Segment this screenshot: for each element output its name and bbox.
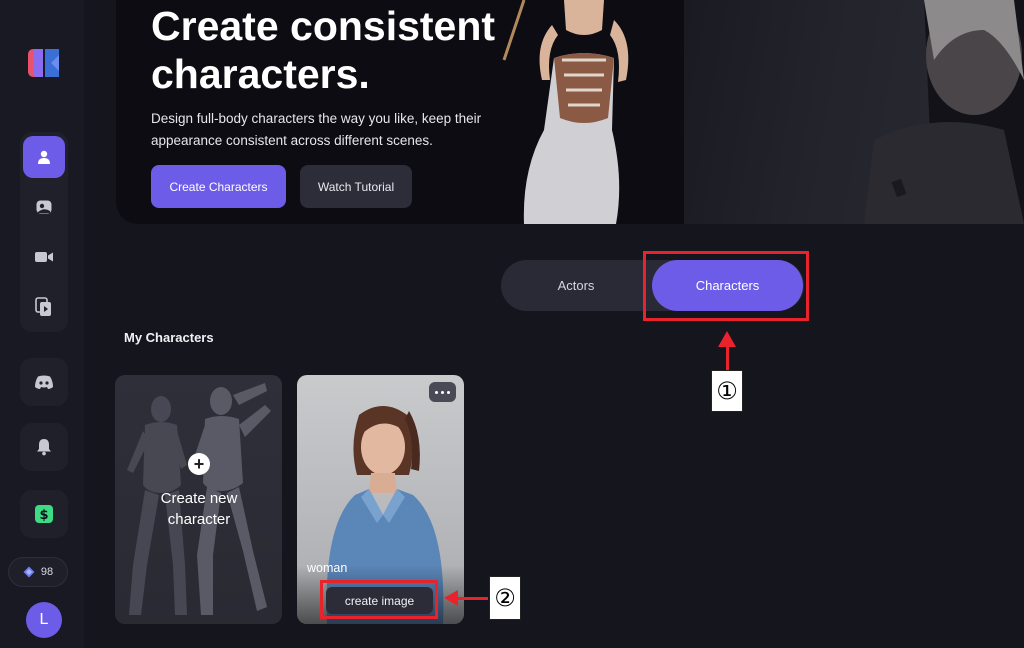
user-avatar[interactable]: L — [26, 602, 62, 638]
hero-banner: Create consistent characters. Design ful… — [116, 0, 1024, 224]
user-icon — [38, 150, 50, 164]
bell-icon — [37, 439, 51, 456]
step-marker-1: ① — [711, 370, 743, 412]
money-icon: $ — [35, 505, 53, 523]
dot-icon — [435, 390, 438, 394]
notifications-button[interactable] — [20, 423, 68, 471]
character-name: woman — [307, 561, 348, 575]
highlight-box-create-image — [320, 580, 438, 619]
image-icon — [36, 200, 52, 214]
video-library-icon — [35, 297, 51, 316]
svg-text:$: $ — [39, 508, 48, 523]
dot-icon — [441, 390, 444, 394]
more-options-button[interactable] — [429, 382, 456, 402]
pricing-button[interactable]: $ — [20, 490, 68, 538]
step-marker-2: ② — [489, 576, 521, 620]
arrow-up-annotation — [718, 331, 736, 347]
hero-portrait-illustration — [864, 0, 1024, 224]
tab-actors[interactable]: Actors — [501, 260, 651, 311]
app-logo[interactable] — [25, 47, 63, 79]
watch-tutorial-button[interactable]: Watch Tutorial — [300, 165, 412, 208]
gem-icon — [23, 566, 35, 578]
create-new-character-label: Create new character — [160, 490, 238, 528]
hero-title: Create consistent characters. — [151, 3, 496, 97]
nav-group — [20, 132, 68, 332]
create-characters-button[interactable]: Create Characters — [151, 165, 286, 208]
discord-button[interactable] — [20, 358, 68, 406]
nav-images[interactable] — [23, 186, 65, 228]
arrow-up-shaft — [726, 346, 729, 370]
nav-video-library[interactable] — [23, 286, 65, 328]
video-icon — [35, 252, 53, 262]
highlight-box-characters — [643, 251, 809, 321]
sidebar: $ 98 L — [0, 0, 84, 648]
nav-characters[interactable] — [23, 136, 65, 178]
my-characters-heading: My Characters — [124, 330, 214, 345]
nav-video[interactable] — [23, 236, 65, 278]
app-root: $ 98 L Create consistent characters. Des… — [0, 0, 1024, 648]
arrow-left-shaft — [456, 597, 488, 600]
discord-icon — [35, 375, 53, 389]
avatar-initial: L — [39, 611, 49, 628]
hero-background-image — [684, 0, 1024, 224]
dot-icon — [447, 390, 450, 394]
hero-description: Design full-body characters the way you … — [151, 111, 482, 148]
credits-count: 98 — [40, 566, 54, 578]
credits-badge[interactable]: 98 — [8, 557, 68, 587]
plus-icon: + — [188, 453, 210, 475]
